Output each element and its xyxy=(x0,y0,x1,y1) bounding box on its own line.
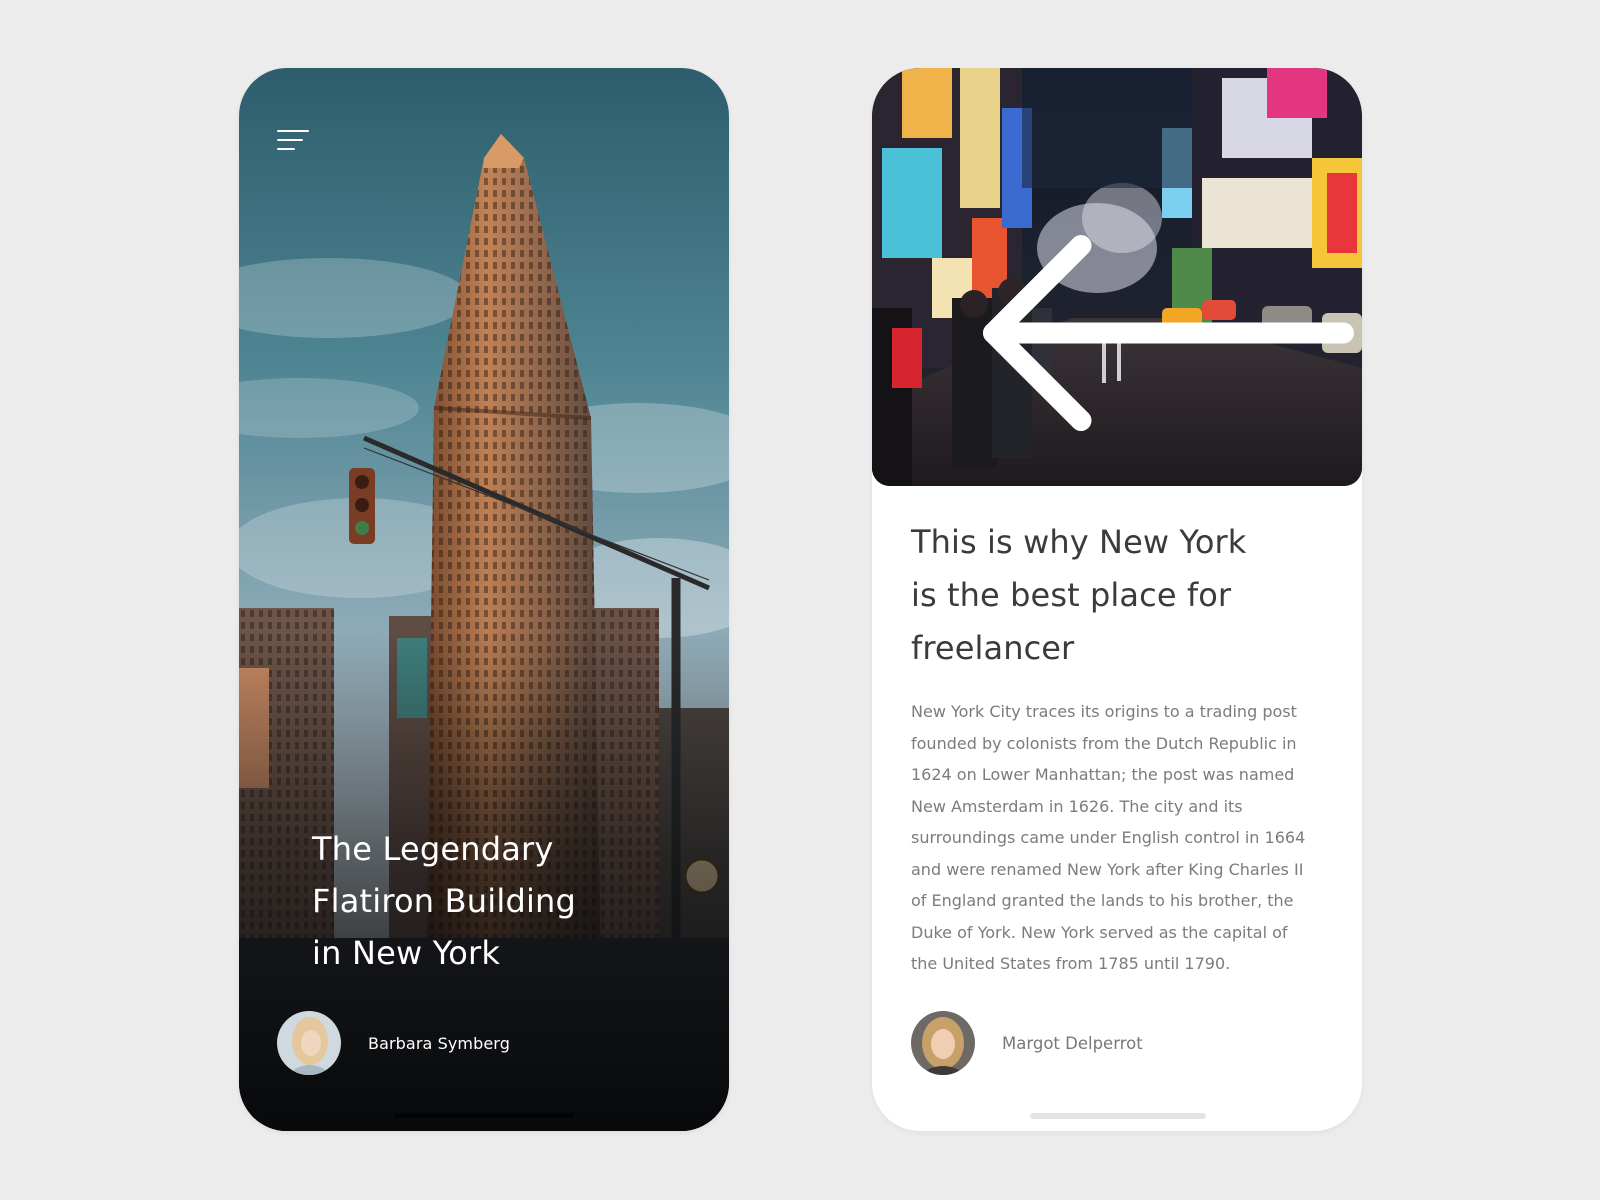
author-avatar[interactable] xyxy=(277,1011,341,1075)
body-line: 1624 on Lower Manhattan; the post was na… xyxy=(911,765,1295,784)
body-line: the United States from 1785 until 1790. xyxy=(911,954,1231,973)
author-name: Barbara Symberg xyxy=(368,1033,510,1053)
body-line: surroundings came under English control … xyxy=(911,828,1306,847)
article-cover-screen: The Legendary Flatiron Building in New Y… xyxy=(239,68,729,1131)
author-row[interactable]: Barbara Symberg xyxy=(277,1011,510,1075)
body-line: New York City traces its origins to a tr… xyxy=(911,702,1297,721)
showcase-stage: The Legendary Flatiron Building in New Y… xyxy=(0,0,1600,1200)
body-line: and were renamed New York after King Cha… xyxy=(911,859,1304,879)
article-detail-screen: This is why New York is the best place f… xyxy=(872,68,1362,1131)
body-line: founded by colonists from the Dutch Repu… xyxy=(911,733,1297,753)
article-body: New York City traces its origins to a tr… xyxy=(911,696,1331,980)
author-name: Margot Delperrot xyxy=(1002,1033,1143,1053)
author-avatar[interactable] xyxy=(911,1011,975,1075)
article-title[interactable]: The Legendary Flatiron Building in New Y… xyxy=(312,823,672,979)
title-line: is the best place for xyxy=(911,576,1232,614)
avatar-photo xyxy=(277,1011,341,1075)
title-line: freelancer xyxy=(911,629,1075,667)
times-square-photo xyxy=(872,68,1362,486)
title-line: This is why New York xyxy=(911,523,1247,561)
body-line: of England granted the lands to his brot… xyxy=(911,891,1294,910)
arrow-left-icon[interactable] xyxy=(906,124,1354,431)
body-line: New Amsterdam in 1626. The city and its xyxy=(911,796,1243,816)
title-line: The Legendary xyxy=(312,830,554,868)
home-indicator[interactable] xyxy=(1030,1113,1206,1119)
body-line: Duke of York. New York served as the cap… xyxy=(911,922,1288,942)
title-line: in New York xyxy=(312,934,501,972)
author-row[interactable]: Margot Delperrot xyxy=(911,1011,1143,1075)
hamburger-menu-icon[interactable] xyxy=(277,128,311,154)
home-indicator[interactable] xyxy=(394,1113,574,1118)
title-line: Flatiron Building xyxy=(312,882,577,920)
avatar-photo xyxy=(911,1011,975,1075)
article-title: This is why New York is the best place f… xyxy=(911,516,1331,675)
